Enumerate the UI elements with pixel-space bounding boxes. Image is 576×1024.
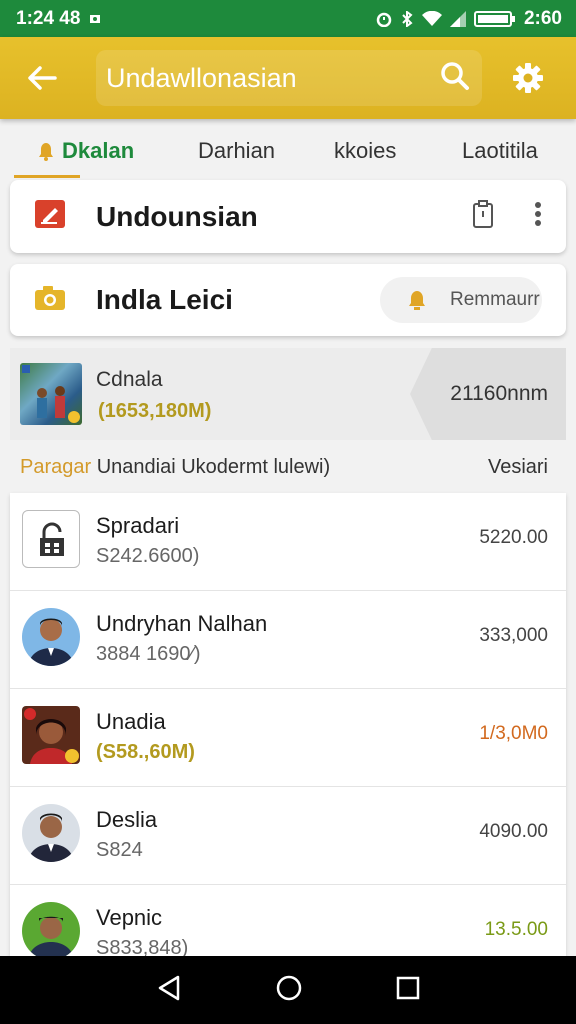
item-name: Deslia <box>96 807 158 832</box>
back-arrow-icon <box>28 66 57 90</box>
item-value: 5220.00 <box>479 527 548 548</box>
item-sub: S242.6600) <box>96 545 200 567</box>
list-item[interactable]: Undryhan Nalhan 3884 1690⁄) 333,000 <box>10 591 566 689</box>
featured-value: 21160nnm <box>450 382 548 405</box>
reminder-label: Remmaurr <box>450 289 540 310</box>
avatar <box>22 902 80 956</box>
tab-kkoies[interactable]: kkoies <box>334 138 396 164</box>
alarm-icon <box>376 11 392 27</box>
back-button[interactable] <box>14 50 70 106</box>
nav-home-icon[interactable] <box>275 974 303 1007</box>
account-card[interactable]: Undounsian <box>10 180 566 253</box>
item-sub: (S58.,60M) <box>96 741 195 763</box>
app-bar: Undawllonasian <box>0 37 576 119</box>
more-options-icon[interactable] <box>534 201 542 232</box>
avatar <box>22 608 80 666</box>
tab-darhian[interactable]: Darhian <box>198 138 275 164</box>
bluetooth-icon <box>400 10 414 27</box>
settings-button[interactable] <box>500 50 556 106</box>
list-item[interactable]: Deslia S824 4090.00 <box>10 787 566 885</box>
list-header-prefix: Paragar <box>20 456 92 478</box>
edit-icon <box>34 199 66 234</box>
list-item[interactable]: Vepnic S833,848) 13.5.00 <box>10 885 566 956</box>
list-item[interactable]: Spradari S242.6600) 5220.00 <box>10 493 566 591</box>
item-sub: S824 <box>96 839 143 861</box>
tab-label: Dkalan <box>62 138 135 163</box>
active-tab-indicator <box>14 175 80 178</box>
item-sub: S833,848) <box>96 937 189 956</box>
gear-icon <box>513 63 543 93</box>
contacts-list: Spradari S242.6600) 5220.00 Undryhan Nal… <box>10 493 566 956</box>
reminder-pill[interactable]: Remmaurr <box>380 277 542 323</box>
status-clock: 2:60 <box>523 7 562 29</box>
wifi-icon <box>421 10 442 27</box>
lock-icon <box>22 510 80 568</box>
nav-recents-icon[interactable] <box>396 976 420 1005</box>
featured-amount: (1653,180M) <box>98 400 212 422</box>
item-sub: 3884 1690⁄) <box>96 643 201 665</box>
list-header: Paragar Unandiai Ukodermt lulewi) Vesiar… <box>20 456 548 482</box>
camera-card-title: Indla Leici <box>96 284 233 315</box>
item-value: 333,000 <box>479 625 548 646</box>
search-text[interactable]: Undawllonasian <box>106 63 440 94</box>
camera-icon <box>34 284 66 317</box>
item-name: Undryhan Nalhan <box>96 611 268 636</box>
avatar <box>22 706 80 764</box>
bell-icon <box>409 291 425 310</box>
featured-item[interactable]: Cdnala (1653,180M) 21160nnm <box>10 348 566 440</box>
search-field[interactable]: Undawllonasian <box>96 50 482 106</box>
tab-dkalan[interactable]: Dkalan <box>36 138 134 164</box>
featured-name: Cdnala <box>96 368 163 391</box>
item-name: Spradari <box>96 513 180 538</box>
signal-icon <box>449 10 466 27</box>
featured-photo <box>20 363 82 425</box>
bell-icon <box>39 143 53 161</box>
list-header-title: Unandiai Ukodermt lulewi) <box>96 456 331 478</box>
system-nav-bar <box>0 956 576 1024</box>
item-name: Unadia <box>96 709 166 734</box>
tab-label: kkoies <box>334 138 397 163</box>
notification-icon <box>88 12 102 26</box>
item-value: 13.5.00 <box>484 919 548 940</box>
account-title: Undounsian <box>96 200 258 232</box>
nav-back-icon[interactable] <box>156 974 182 1007</box>
status-bar: 1:24 48 2:60 <box>0 0 576 37</box>
item-value: 1/3,0M0 <box>479 723 548 744</box>
list-item[interactable]: Unadia (S58.,60M) 1/3,0M0 <box>10 689 566 787</box>
clipboard-icon[interactable] <box>472 199 494 234</box>
featured-value-chip[interactable]: 21160nnm <box>410 348 566 440</box>
status-time: 1:24 48 <box>16 7 81 29</box>
tab-label: Darhian <box>198 138 276 163</box>
tab-laotitila[interactable]: Laotitila <box>462 138 538 164</box>
search-icon[interactable] <box>440 61 470 96</box>
list-header-right[interactable]: Vesiari <box>488 456 548 479</box>
tab-bar: Dkalan Darhian kkoies Laotitila <box>0 124 576 178</box>
camera-card[interactable]: Indla Leici Remmaurr <box>10 264 566 336</box>
battery-icon <box>473 10 516 28</box>
tab-label: Laotitila <box>462 138 538 163</box>
item-name: Vepnic <box>96 905 163 930</box>
item-value: 4090.00 <box>479 821 548 842</box>
avatar <box>22 804 80 862</box>
